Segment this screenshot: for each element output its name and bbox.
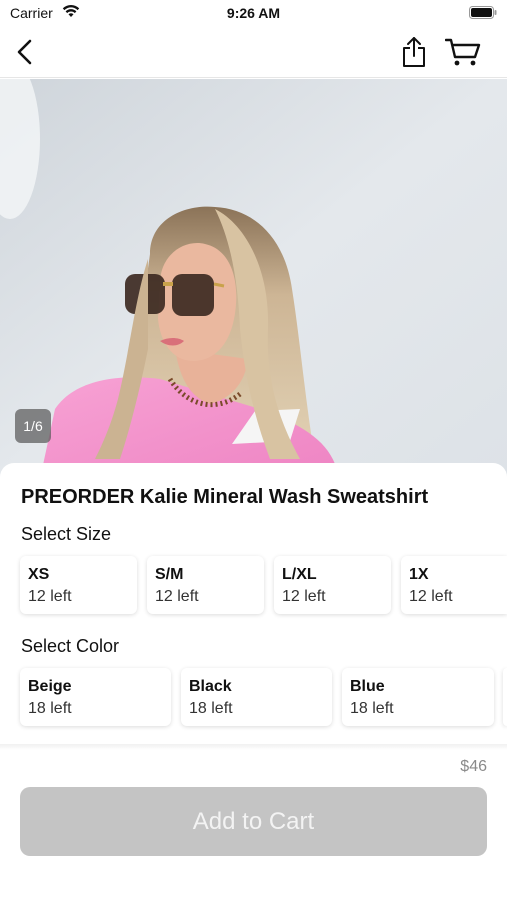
image-page-indicator: 1/6: [15, 409, 51, 443]
color-name: Black: [189, 678, 232, 695]
add-to-cart-button[interactable]: Add to Cart: [20, 787, 487, 856]
size-option-xs[interactable]: XS 12 left: [20, 556, 137, 614]
size-stock: 12 left: [28, 588, 72, 605]
color-option-blue[interactable]: Blue 18 left: [342, 668, 494, 726]
product-image[interactable]: [0, 79, 507, 479]
product-title: PREORDER Kalie Mineral Wash Sweatshirt: [21, 486, 429, 508]
color-name: Beige: [28, 678, 72, 695]
color-option-next-peek[interactable]: [503, 668, 507, 726]
select-size-label: Select Size: [21, 524, 112, 544]
color-stock: 18 left: [189, 700, 233, 717]
size-name: L/XL: [282, 566, 317, 583]
chevron-left-icon: [17, 39, 32, 65]
size-name: 1X: [409, 566, 429, 583]
clock: 9:26 AM: [226, 5, 281, 21]
back-button[interactable]: [8, 34, 42, 70]
footer-divider: [0, 744, 507, 750]
size-option-1x[interactable]: 1X 12 left: [401, 556, 507, 614]
color-option-beige[interactable]: Beige 18 left: [20, 668, 171, 726]
color-name: Blue: [350, 678, 385, 695]
size-options: XS 12 left S/M 12 left L/XL 12 left 1X 1…: [0, 552, 507, 622]
cart-icon: [445, 38, 481, 66]
size-stock: 12 left: [409, 588, 453, 605]
cart-button[interactable]: [443, 34, 483, 70]
size-stock: 12 left: [282, 588, 326, 605]
navigation-bar: [0, 28, 507, 78]
color-stock: 18 left: [28, 700, 72, 717]
color-stock: 18 left: [350, 700, 394, 717]
product-photo: [0, 79, 507, 479]
size-name: S/M: [155, 566, 184, 583]
size-stock: 12 left: [155, 588, 199, 605]
size-name: XS: [28, 566, 50, 583]
status-bar: Carrier 9:26 AM: [0, 0, 507, 28]
size-option-s-m[interactable]: S/M 12 left: [147, 556, 264, 614]
share-button[interactable]: [396, 32, 432, 72]
battery-icon: [469, 6, 497, 19]
share-icon: [403, 37, 425, 67]
select-color-label: Select Color: [21, 636, 120, 656]
color-option-black[interactable]: Black 18 left: [181, 668, 332, 726]
size-option-l-xl[interactable]: L/XL 12 left: [274, 556, 391, 614]
product-price: $46: [460, 758, 487, 775]
color-options: Beige 18 left Black 18 left Blue 18 left: [0, 664, 507, 734]
